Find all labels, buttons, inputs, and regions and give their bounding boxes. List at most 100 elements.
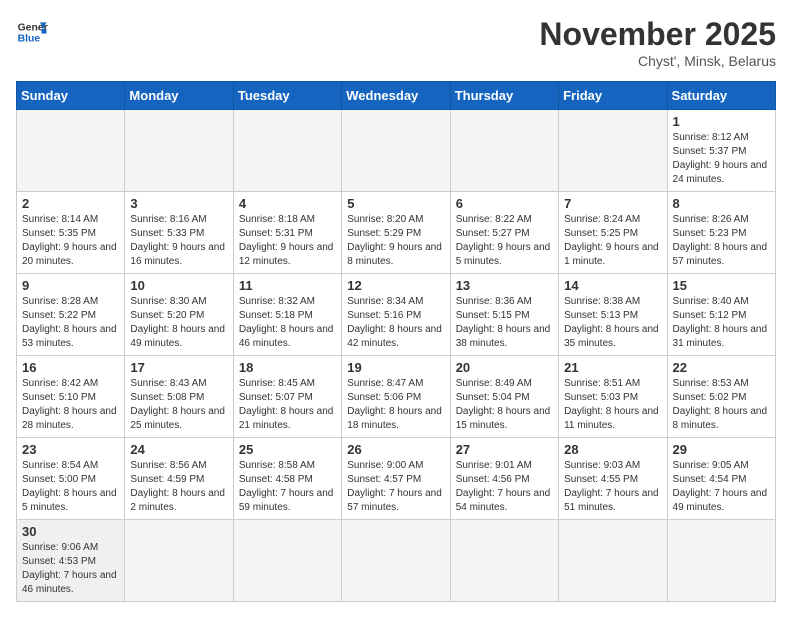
day-info: Sunrise: 8:26 AM Sunset: 5:23 PM Dayligh…: [673, 213, 770, 269]
calendar-cell: [125, 520, 233, 602]
calendar-cell: 16 Sunrise: 8:42 AM Sunset: 5:10 PM Dayli…: [17, 356, 125, 438]
day-info: Sunrise: 8:16 AM Sunset: 5:33 PM Dayligh…: [130, 213, 227, 269]
calendar-cell: 11 Sunrise: 8:32 AM Sunset: 5:18 PM Dayli…: [233, 274, 341, 356]
calendar-cell: 26 Sunrise: 9:00 AM Sunset: 4:57 PM Dayli…: [342, 438, 450, 520]
day-number: 12: [347, 278, 444, 293]
day-info: Sunrise: 8:20 AM Sunset: 5:29 PM Dayligh…: [347, 213, 444, 269]
day-number: 17: [130, 360, 227, 375]
day-info: Sunrise: 8:54 AM Sunset: 5:00 PM Dayligh…: [22, 459, 119, 515]
calendar-cell: [125, 110, 233, 192]
calendar-cell: [450, 520, 558, 602]
day-info: Sunrise: 9:01 AM Sunset: 4:56 PM Dayligh…: [456, 459, 553, 515]
location: Chyst', Minsk, Belarus: [539, 53, 776, 69]
svg-text:Blue: Blue: [18, 34, 41, 45]
day-info: Sunrise: 8:45 AM Sunset: 5:07 PM Dayligh…: [239, 377, 336, 433]
day-number: 19: [347, 360, 444, 375]
day-number: 2: [22, 196, 119, 211]
week-row-3: 9Sunrise: 8:28 AM Sunset: 5:22 PM Daylig…: [17, 274, 776, 356]
day-info: Sunrise: 8:32 AM Sunset: 5:18 PM Dayligh…: [239, 295, 336, 351]
day-info: Sunrise: 8:14 AM Sunset: 5:35 PM Dayligh…: [22, 213, 119, 269]
calendar-cell: 2 Sunrise: 8:14 AM Sunset: 5:35 PM Daylig…: [17, 192, 125, 274]
week-row-6: 30Sunrise: 9:06 AM Sunset: 4:53 PM Dayli…: [17, 520, 776, 602]
day-info: Sunrise: 8:22 AM Sunset: 5:27 PM Dayligh…: [456, 213, 553, 269]
calendar-cell: 12 Sunrise: 8:34 AM Sunset: 5:16 PM Dayli…: [342, 274, 450, 356]
day-number: 22: [673, 360, 770, 375]
calendar-cell: [342, 520, 450, 602]
weekday-wednesday: Wednesday: [342, 82, 450, 110]
day-number: 6: [456, 196, 553, 211]
day-info: Sunrise: 8:53 AM Sunset: 5:02 PM Dayligh…: [673, 377, 770, 433]
day-number: 23: [22, 442, 119, 457]
calendar-cell: 10 Sunrise: 8:30 AM Sunset: 5:20 PM Dayli…: [125, 274, 233, 356]
weekday-tuesday: Tuesday: [233, 82, 341, 110]
day-info: Sunrise: 8:47 AM Sunset: 5:06 PM Dayligh…: [347, 377, 444, 433]
calendar-table: SundayMondayTuesdayWednesdayThursdayFrid…: [16, 81, 776, 602]
week-row-5: 23 Sunrise: 8:54 AM Sunset: 5:00 PM Dayli…: [17, 438, 776, 520]
day-number: 7: [564, 196, 661, 211]
calendar-cell: 30Sunrise: 9:06 AM Sunset: 4:53 PM Dayli…: [17, 520, 125, 602]
day-number: 18: [239, 360, 336, 375]
calendar-cell: 5 Sunrise: 8:20 AM Sunset: 5:29 PM Daylig…: [342, 192, 450, 274]
calendar-cell: 1Sunrise: 8:12 AM Sunset: 5:37 PM Daylig…: [667, 110, 775, 192]
calendar-cell: 15Sunrise: 8:40 AM Sunset: 5:12 PM Dayli…: [667, 274, 775, 356]
day-info: Sunrise: 8:42 AM Sunset: 5:10 PM Dayligh…: [22, 377, 119, 433]
day-number: 10: [130, 278, 227, 293]
month-title: November 2025: [539, 16, 776, 53]
calendar-cell: 24Sunrise: 8:56 AM Sunset: 4:59 PM Dayli…: [125, 438, 233, 520]
day-info: Sunrise: 8:28 AM Sunset: 5:22 PM Dayligh…: [22, 295, 119, 351]
weekday-header-row: SundayMondayTuesdayWednesdayThursdayFrid…: [17, 82, 776, 110]
day-info: Sunrise: 8:36 AM Sunset: 5:15 PM Dayligh…: [456, 295, 553, 351]
day-number: 3: [130, 196, 227, 211]
calendar-cell: 29 Sunrise: 9:05 AM Sunset: 4:54 PM Dayli…: [667, 438, 775, 520]
day-info: Sunrise: 8:30 AM Sunset: 5:20 PM Dayligh…: [130, 295, 227, 351]
calendar-cell: 25 Sunrise: 8:58 AM Sunset: 4:58 PM Dayli…: [233, 438, 341, 520]
weekday-friday: Friday: [559, 82, 667, 110]
calendar-cell: 23 Sunrise: 8:54 AM Sunset: 5:00 PM Dayli…: [17, 438, 125, 520]
calendar-cell: 6 Sunrise: 8:22 AM Sunset: 5:27 PM Daylig…: [450, 192, 558, 274]
day-info: Sunrise: 8:58 AM Sunset: 4:58 PM Dayligh…: [239, 459, 336, 515]
day-number: 25: [239, 442, 336, 457]
day-info: Sunrise: 8:24 AM Sunset: 5:25 PM Dayligh…: [564, 213, 661, 269]
day-info: Sunrise: 9:00 AM Sunset: 4:57 PM Dayligh…: [347, 459, 444, 515]
weekday-monday: Monday: [125, 82, 233, 110]
calendar-cell: 17Sunrise: 8:43 AM Sunset: 5:08 PM Dayli…: [125, 356, 233, 438]
calendar-cell: 8 Sunrise: 8:26 AM Sunset: 5:23 PM Daylig…: [667, 192, 775, 274]
calendar-cell: 14Sunrise: 8:38 AM Sunset: 5:13 PM Dayli…: [559, 274, 667, 356]
day-number: 29: [673, 442, 770, 457]
weekday-saturday: Saturday: [667, 82, 775, 110]
day-info: Sunrise: 8:18 AM Sunset: 5:31 PM Dayligh…: [239, 213, 336, 269]
day-info: Sunrise: 8:38 AM Sunset: 5:13 PM Dayligh…: [564, 295, 661, 351]
calendar-cell: [342, 110, 450, 192]
calendar-cell: 27Sunrise: 9:01 AM Sunset: 4:56 PM Dayli…: [450, 438, 558, 520]
day-number: 11: [239, 278, 336, 293]
day-info: Sunrise: 9:06 AM Sunset: 4:53 PM Dayligh…: [22, 541, 119, 597]
day-number: 20: [456, 360, 553, 375]
calendar-cell: 18 Sunrise: 8:45 AM Sunset: 5:07 PM Dayli…: [233, 356, 341, 438]
title-block: November 2025 Chyst', Minsk, Belarus: [539, 16, 776, 69]
day-number: 26: [347, 442, 444, 457]
calendar-cell: [667, 520, 775, 602]
calendar-cell: 28Sunrise: 9:03 AM Sunset: 4:55 PM Dayli…: [559, 438, 667, 520]
day-info: Sunrise: 8:49 AM Sunset: 5:04 PM Dayligh…: [456, 377, 553, 433]
calendar-cell: [559, 520, 667, 602]
day-number: 4: [239, 196, 336, 211]
weekday-sunday: Sunday: [17, 82, 125, 110]
day-number: 1: [673, 114, 770, 129]
week-row-4: 16 Sunrise: 8:42 AM Sunset: 5:10 PM Dayli…: [17, 356, 776, 438]
calendar-cell: 7 Sunrise: 8:24 AM Sunset: 5:25 PM Daylig…: [559, 192, 667, 274]
day-number: 16: [22, 360, 119, 375]
week-row-2: 2 Sunrise: 8:14 AM Sunset: 5:35 PM Daylig…: [17, 192, 776, 274]
calendar-cell: [233, 110, 341, 192]
calendar-cell: 13 Sunrise: 8:36 AM Sunset: 5:15 PM Dayli…: [450, 274, 558, 356]
day-number: 13: [456, 278, 553, 293]
calendar-cell: [233, 520, 341, 602]
day-number: 8: [673, 196, 770, 211]
calendar-cell: 21Sunrise: 8:51 AM Sunset: 5:03 PM Dayli…: [559, 356, 667, 438]
day-info: Sunrise: 8:56 AM Sunset: 4:59 PM Dayligh…: [130, 459, 227, 515]
day-number: 5: [347, 196, 444, 211]
calendar-cell: 4 Sunrise: 8:18 AM Sunset: 5:31 PM Daylig…: [233, 192, 341, 274]
day-info: Sunrise: 9:03 AM Sunset: 4:55 PM Dayligh…: [564, 459, 661, 515]
day-info: Sunrise: 8:34 AM Sunset: 5:16 PM Dayligh…: [347, 295, 444, 351]
calendar-cell: 22 Sunrise: 8:53 AM Sunset: 5:02 PM Dayli…: [667, 356, 775, 438]
day-info: Sunrise: 9:05 AM Sunset: 4:54 PM Dayligh…: [673, 459, 770, 515]
